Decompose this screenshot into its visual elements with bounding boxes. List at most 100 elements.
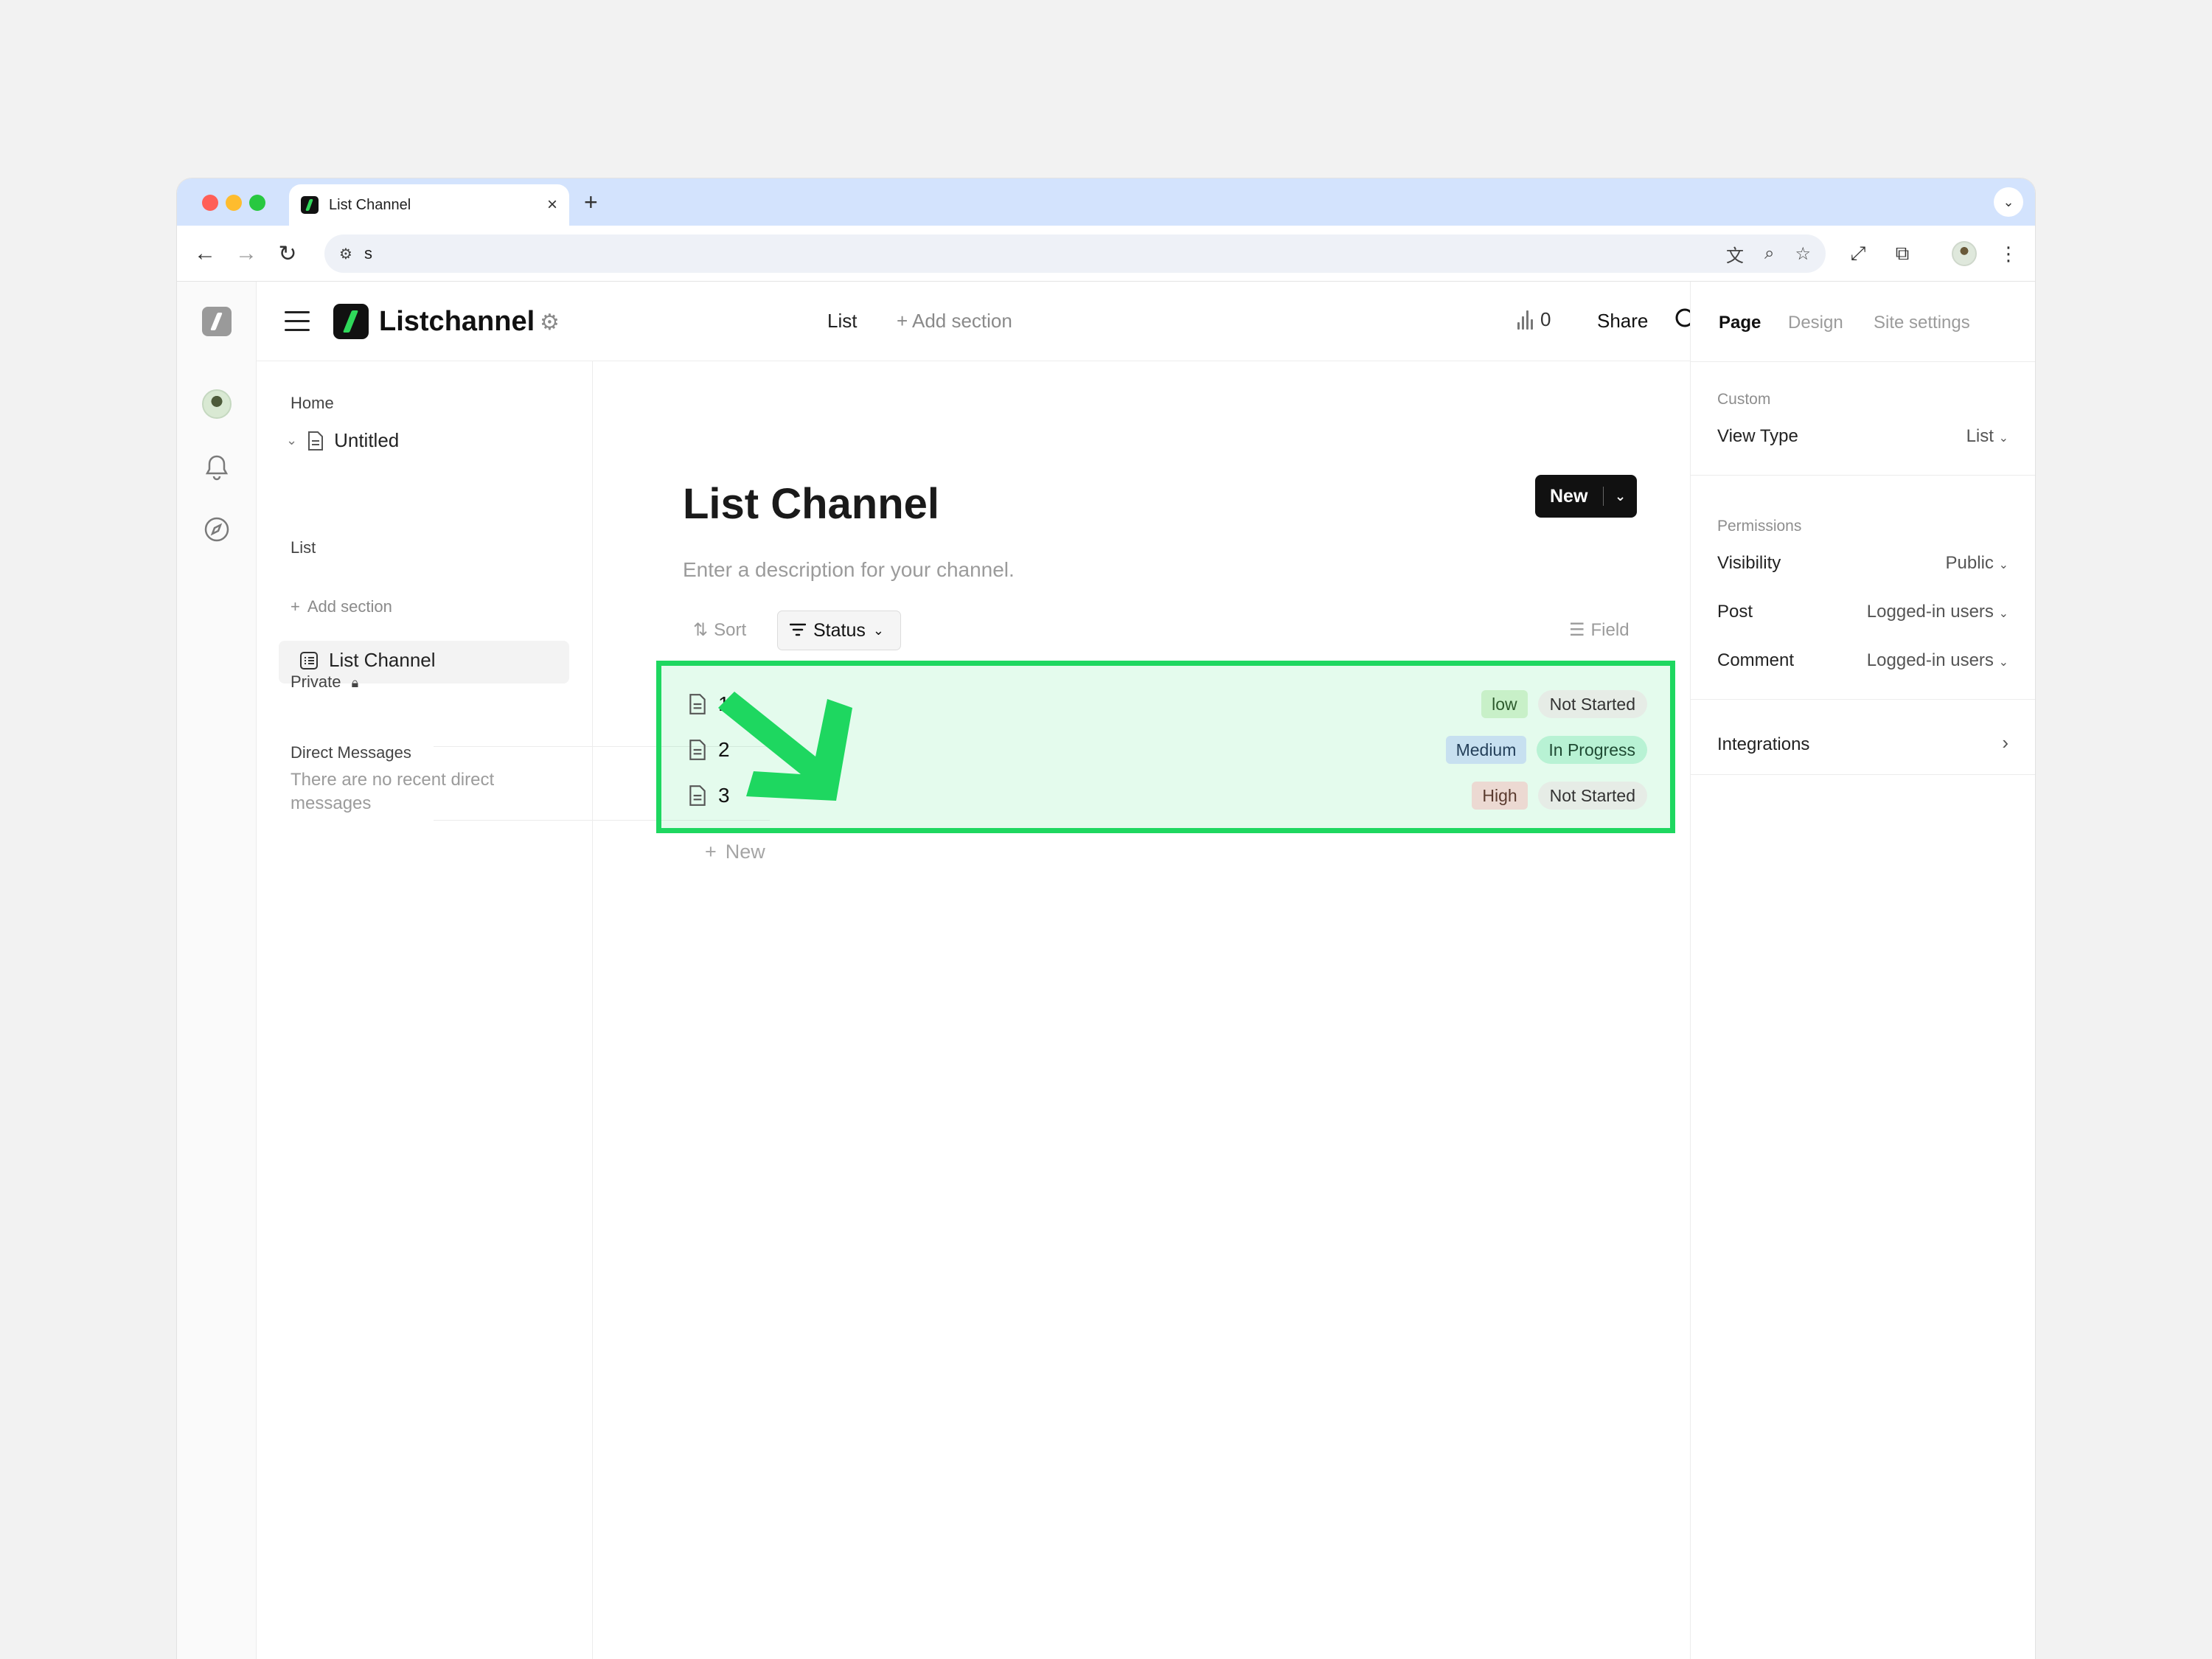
tab-design[interactable]: Design [1788,313,1843,333]
chevron-down-icon: ⌄ [872,622,884,638]
comment-select[interactable]: Logged-in users ⌄ [1867,650,2008,671]
address-text[interactable]: s [364,244,1705,263]
chevron-down-icon: ⌄ [1998,608,2008,620]
back-icon[interactable]: ← [189,237,221,270]
priority-tag: low [1481,690,1528,718]
address-bar[interactable]: ⚙ s 文 ⌕ ☆ [324,234,1826,273]
permissions-section-title: Permissions [1717,518,1802,535]
page-title: List Channel [683,480,940,528]
field-label: Field [1590,620,1630,640]
visibility-value: Public [1945,553,1994,573]
sort-button[interactable]: ⇅ Sort [693,619,746,641]
priority-tag: Medium [1445,736,1527,764]
extensions-icon[interactable]: ⧉ [1886,237,1919,270]
view-type-select[interactable]: List ⌄ [1966,426,2008,447]
icon-rail [177,282,257,1659]
sidebar-private[interactable]: Private 🔒︎ [291,672,358,692]
pointer-arrow-icon [718,692,852,801]
sidebar-item-list-channel[interactable]: List Channel [299,649,436,672]
visibility-select[interactable]: Public ⌄ [1946,553,2008,574]
lock-icon: 🔒︎ [351,675,359,690]
menu-icon[interactable] [285,311,311,332]
view-type-value: List [1966,426,1994,446]
chevron-down-icon: ⌄ [1998,656,2008,669]
field-button[interactable]: ☰ Field [1569,619,1630,641]
tab-site-settings[interactable]: Site settings [1874,313,1970,333]
divider [1691,361,2035,362]
document-icon [689,740,706,760]
sort-label: Sort [714,620,747,640]
list-icon: ☰ [1569,620,1585,640]
tab-page[interactable]: Page [1719,313,1761,333]
nav-list-link[interactable]: List [827,310,857,333]
comment-value: Logged-in users [1866,650,1994,670]
right-panel: Page Design Site settings Custom View Ty… [1690,282,2035,1659]
divider [1691,475,2035,476]
brand-logo[interactable] [333,304,369,339]
integrations-link[interactable]: Integrations [1717,734,1809,755]
bell-icon[interactable] [199,450,234,485]
sidebar-item-label: Untitled [334,429,400,451]
settings-gear-icon[interactable]: ⚙ [540,310,560,335]
maximize-window-button[interactable] [249,195,265,211]
status-filter-button[interactable]: Status ⌄ [777,611,901,650]
app-header: Listchannel ⚙ List + Add section 0 Share… [257,282,1834,361]
browser-toolbar: ← → ↻ ⚙ s 文 ⌕ ☆ ⤢ ⧉ ⋮ [177,226,2035,282]
translate-icon[interactable]: 文 [1726,241,1744,267]
forward-icon[interactable]: → [230,237,262,270]
reload-icon[interactable]: ↻ [271,237,304,270]
sidebar-list-label[interactable]: List [291,538,316,557]
browser-menu-icon[interactable]: ⋮ [1992,237,2025,270]
sidebar [257,282,593,1659]
chevron-right-icon[interactable]: › [2002,731,2008,754]
channel-description-input[interactable]: Enter a description for your channel. [683,558,1015,582]
app-area: Listchannel ⚙ List + Add section 0 Share… [177,282,2035,1659]
post-select[interactable]: Logged-in users ⌄ [1867,602,2008,622]
compass-icon[interactable] [199,512,234,547]
new-tab-button[interactable]: + [584,186,598,218]
fullscreen-icon[interactable]: ⤢ [1842,237,1874,270]
sidebar-home-label[interactable]: Home [291,394,334,413]
favicon-icon [301,196,319,214]
add-section-label: Add section [307,597,392,616]
document-icon [689,694,706,714]
priority-tag: High [1472,782,1528,810]
chevron-down-icon[interactable]: ⌄ [1604,489,1637,504]
post-label: Post [1717,602,1753,622]
tab-search-button[interactable]: ⌄ [1994,187,2023,217]
plus-icon: + [705,841,717,863]
profile-avatar[interactable] [1948,237,1980,270]
divider [1691,699,2035,700]
workspace-logo[interactable] [202,307,232,336]
status-tag: Not Started [1537,690,1647,718]
direct-messages-empty: There are no recent direct messages [291,770,495,813]
brand-name[interactable]: Listchannel [379,304,535,339]
user-avatar[interactable] [202,389,232,419]
bookmark-star-icon[interactable]: ☆ [1795,243,1811,265]
visibility-label: Visibility [1717,553,1781,573]
share-button[interactable]: Share [1597,310,1648,333]
chevron-down-icon[interactable]: ⌄ [286,433,297,448]
minimize-window-button[interactable] [226,195,242,211]
sort-icon: ⇅ [693,620,709,640]
sidebar-item-untitled[interactable]: ⌄ Untitled [286,429,399,452]
sidebar-add-section[interactable]: + Add section [291,597,392,616]
new-button[interactable]: New ⌄ [1535,475,1637,518]
add-section-link[interactable]: + Add section [897,310,1012,333]
status-tag: In Progress [1537,736,1647,764]
status-tag: Not Started [1537,782,1647,810]
site-info-icon[interactable]: ⚙ [339,245,352,263]
status-filter-label: Status [813,619,866,641]
list-view-icon [300,651,318,669]
stats-counter[interactable]: 0 [1517,308,1551,331]
close-tab-icon[interactable]: × [547,195,557,215]
document-icon [308,431,324,451]
chevron-down-icon: ⌄ [1998,559,2008,571]
browser-tab[interactable]: List Channel × [289,184,569,226]
close-window-button[interactable] [202,195,218,211]
direct-messages-title[interactable]: Direct Messages [291,743,411,762]
tab-bar: List Channel × + ⌄ [177,178,2035,226]
tab-title: List Channel [329,196,411,213]
zoom-icon[interactable]: ⌕ [1764,243,1774,264]
add-new-item-button[interactable]: + New [705,841,765,863]
